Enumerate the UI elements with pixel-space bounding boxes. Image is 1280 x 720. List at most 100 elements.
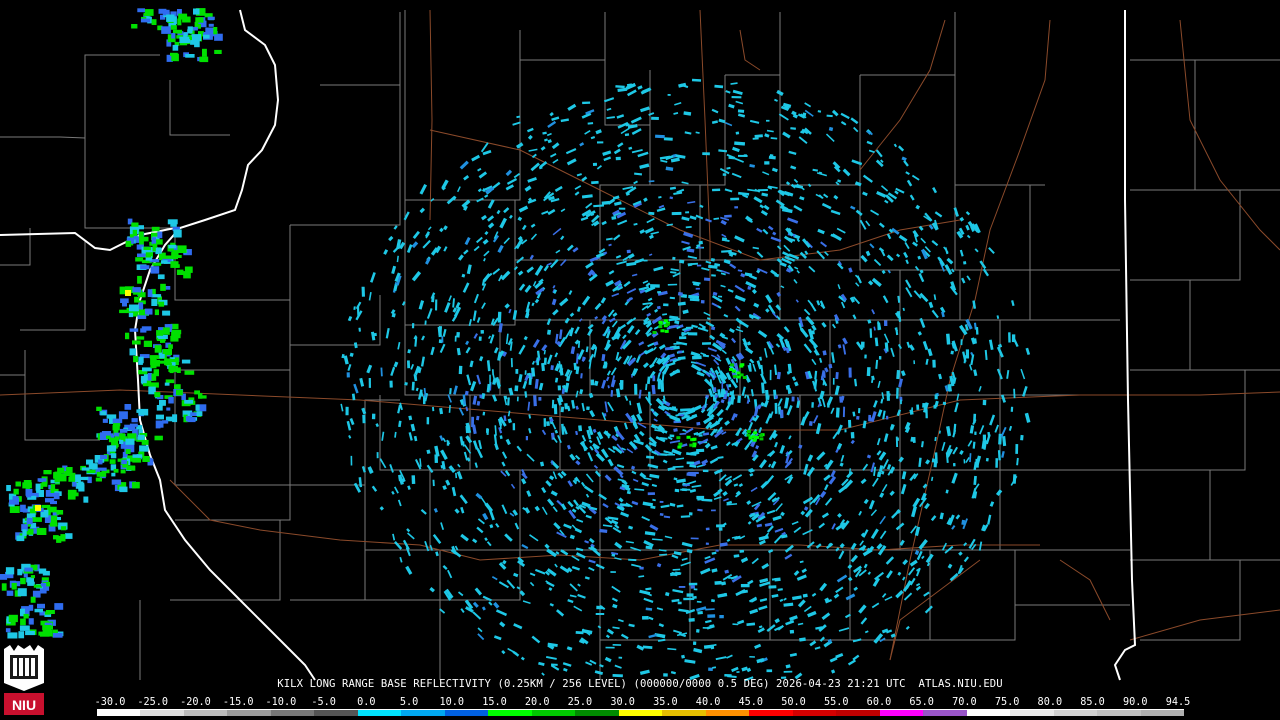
echo-mark bbox=[424, 320, 427, 325]
echo-mark bbox=[932, 359, 936, 368]
echo-mark bbox=[202, 48, 207, 57]
echo-mark bbox=[1020, 434, 1024, 441]
echo-mark bbox=[995, 458, 999, 468]
echo-mark bbox=[155, 414, 164, 420]
echo-mark bbox=[456, 332, 460, 338]
echo-mark bbox=[595, 613, 605, 615]
echo-mark bbox=[154, 435, 163, 441]
echo-mark bbox=[717, 295, 723, 298]
echo-mark bbox=[26, 490, 32, 498]
echo-mark bbox=[711, 274, 716, 277]
echo-mark bbox=[730, 363, 735, 367]
echo-mark bbox=[769, 369, 772, 381]
echo-mark bbox=[618, 656, 623, 659]
color-bar-segment bbox=[836, 710, 880, 716]
niu-logo-icon: NIU bbox=[4, 645, 44, 715]
echo-mark bbox=[204, 13, 213, 18]
echo-mark bbox=[768, 585, 777, 589]
echo-mark bbox=[578, 425, 583, 432]
echo-mark bbox=[688, 582, 698, 586]
echo-mark bbox=[160, 283, 166, 291]
echo-mark bbox=[159, 354, 165, 359]
color-bar-segment bbox=[879, 710, 924, 716]
echo-mark bbox=[746, 433, 751, 437]
echo-mark bbox=[514, 385, 519, 392]
echo-mark bbox=[912, 437, 916, 443]
echo-mark bbox=[698, 240, 703, 245]
echo-mark bbox=[199, 395, 207, 399]
echo-mark bbox=[345, 406, 349, 416]
echo-mark bbox=[759, 437, 764, 441]
echo-mark bbox=[95, 477, 102, 482]
echo-mark bbox=[161, 26, 171, 34]
echo-mark bbox=[151, 298, 158, 306]
echo-mark bbox=[124, 404, 132, 410]
echo-mark bbox=[140, 265, 150, 270]
reflectivity-scale-labels: -30.0 -25.0 -20.0 -15.0 -10.0 -5.0 0.0 5.0 10.0 1… bbox=[0, 697, 1280, 709]
echo-mark bbox=[162, 327, 170, 335]
echo-mark bbox=[480, 329, 484, 334]
echo-mark bbox=[156, 330, 164, 336]
echo-mark bbox=[844, 429, 847, 433]
echo-mark bbox=[688, 471, 699, 474]
echo-mark bbox=[168, 396, 174, 404]
color-bar-segment bbox=[270, 710, 315, 716]
echo-mark bbox=[138, 408, 149, 416]
echo-mark bbox=[1008, 332, 1011, 343]
echo-mark bbox=[132, 454, 143, 458]
echo-mark bbox=[538, 397, 542, 401]
echo-mark bbox=[543, 357, 547, 365]
echo-mark bbox=[106, 435, 111, 439]
echo-mark bbox=[736, 671, 740, 674]
echo-mark bbox=[672, 256, 676, 260]
echo-mark bbox=[131, 418, 138, 423]
echo-mark bbox=[20, 577, 26, 585]
echo-mark bbox=[431, 406, 435, 412]
echo-mark bbox=[13, 488, 19, 495]
echo-mark bbox=[42, 625, 52, 633]
echo-mark bbox=[368, 377, 371, 388]
echo-mark bbox=[1010, 406, 1014, 412]
echo-mark bbox=[171, 329, 182, 335]
echo-mark bbox=[747, 286, 752, 290]
echo-mark bbox=[660, 329, 665, 333]
echo-mark bbox=[686, 593, 694, 597]
echo-mark bbox=[557, 385, 562, 391]
echo-mark bbox=[145, 252, 152, 258]
echo-mark bbox=[207, 16, 215, 20]
echo-mark bbox=[121, 459, 127, 465]
echo-mark bbox=[172, 44, 179, 51]
echo-mark bbox=[168, 344, 173, 349]
echo-mark bbox=[850, 432, 855, 439]
echo-mark bbox=[491, 369, 494, 375]
echo-mark bbox=[731, 395, 736, 400]
echo-mark bbox=[143, 12, 150, 17]
echo-mark bbox=[154, 345, 162, 353]
echo-mark bbox=[730, 197, 740, 201]
echo-mark bbox=[780, 409, 784, 418]
color-bar-segment bbox=[401, 710, 445, 716]
echo-mark bbox=[868, 414, 872, 422]
echo-mark bbox=[34, 608, 43, 613]
echo-mark bbox=[67, 493, 76, 500]
echo-mark bbox=[54, 603, 64, 610]
echo-mark bbox=[60, 526, 67, 531]
echo-mark bbox=[155, 420, 161, 429]
color-bar-segment bbox=[1140, 710, 1185, 716]
echo-mark bbox=[164, 382, 170, 386]
echo-mark bbox=[737, 154, 748, 157]
echo-mark bbox=[663, 137, 673, 141]
echo-mark bbox=[696, 628, 700, 633]
echo-mark bbox=[129, 423, 138, 427]
echo-mark bbox=[658, 325, 663, 329]
echo-mark bbox=[736, 375, 741, 379]
echo-mark bbox=[170, 219, 177, 227]
echo-mark bbox=[138, 231, 144, 238]
echo-mark bbox=[591, 180, 599, 185]
echo-mark bbox=[100, 454, 108, 459]
echo-mark bbox=[109, 459, 116, 464]
echo-mark bbox=[173, 229, 182, 238]
echo-mark bbox=[213, 27, 218, 35]
echo-mark bbox=[194, 390, 200, 395]
echo-mark bbox=[705, 527, 710, 531]
